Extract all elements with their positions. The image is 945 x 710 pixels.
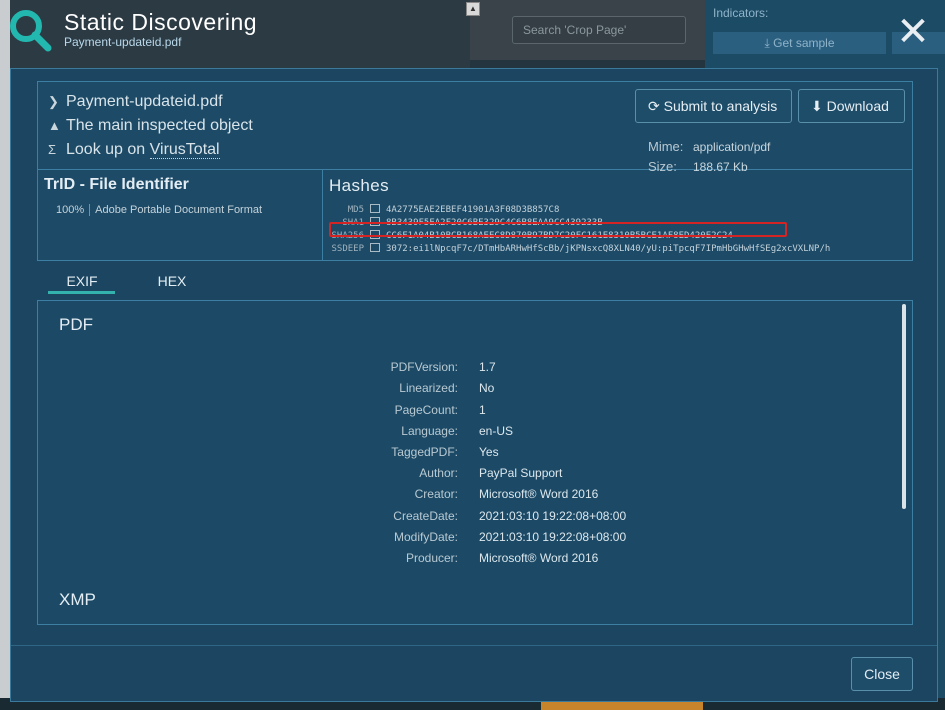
exif-row: PDFVersion: 1.7 [38,360,898,376]
hash-value: 3072:ei1lNpcqF7c/DTmHbARHwHfScBb/jKPNsxc… [386,244,831,254]
exif-scrollbar[interactable] [902,304,906,509]
copy-icon[interactable] [370,243,380,252]
tab-hex[interactable]: HEX [157,273,187,289]
exif-row: Language: en-US [38,424,898,440]
trid-entry: 100% Adobe Portable Document Format [56,204,262,216]
exif-value: Microsoft® Word 2016 [479,551,599,565]
file-summary: ❯ Payment-updateid.pdf ▲ The main inspecte… [38,82,912,174]
modal-subtitle: Payment-updateid.pdf [64,35,182,49]
download-label: Download [826,98,889,114]
exif-row: Author: PayPal Support [38,466,898,482]
trid-panel: TrID - File Identifier 100% Adobe Portabl… [38,170,323,260]
exif-row: TaggedPDF: Yes [38,445,898,461]
exif-value: 2021:03:10 19:22:08+08:00 [479,530,627,544]
download-button[interactable]: ⬇ Download [798,89,905,123]
trid-title: TrID - File Identifier [44,176,189,193]
inspected-note: The main inspected object [66,117,253,134]
hash-key: SSDEEP [331,244,364,254]
exif-row: Producer: Microsoft® Word 2016 [38,551,898,567]
background-edge [0,0,10,710]
exif-key: Author: [419,466,458,480]
search-logo-icon [10,10,52,52]
exif-row: Linearized: No [38,381,898,397]
exif-key: PageCount: [394,403,458,417]
exif-key: CreateDate: [393,509,458,523]
exif-key: Creator: [414,487,458,501]
file-info-panel: ❯ Payment-updateid.pdf ▲ The main inspecte… [37,81,913,261]
trid-percent: 100% [56,204,91,216]
exif-key: ModifyDate: [393,530,458,544]
file-name: Payment-updateid.pdf [66,93,223,110]
submit-to-analysis-button[interactable]: ⟳ Submit to analysis [635,89,792,123]
exif-value: Microsoft® Word 2016 [479,487,599,501]
static-discovering-modal: ❯ Payment-updateid.pdf ▲ The main inspecte… [10,68,938,702]
refresh-icon: ⟳ [648,98,660,114]
exif-row: CreateDate: 2021:03:10 19:22:08+08:00 [38,509,898,525]
file-name-row: ❯ Payment-updateid.pdf [48,93,223,111]
exif-key: Producer: [405,551,458,565]
exif-value: No [479,381,495,395]
hash-value: 4A2775EAE2EBEF41901A3F08D3B857C8 [386,205,560,215]
download-icon: ⬇ [811,98,823,114]
virustotal-link[interactable]: VirusTotal [149,141,220,159]
submit-label: Submit to analysis [663,98,778,114]
exif-key: PDFVersion: [390,360,458,374]
exif-value: 2021:03:10 19:22:08+08:00 [479,509,627,523]
modal-header: Static Discovering Payment-updateid.pdf … [0,0,945,62]
lookup-row: Σ Look up on VirusTotal [48,141,220,159]
mime-row: Mime: application/pdf [648,139,770,154]
active-tab-indicator [48,291,115,294]
mime-value: application/pdf [693,140,771,154]
section-title-pdf: PDF [59,315,93,334]
sha256-highlight [329,222,787,237]
exif-row: PageCount: 1 [38,403,898,419]
modal-title: Static Discovering [64,9,258,35]
exif-value: 1 [479,403,486,417]
chevron-right-icon: ❯ [48,94,59,109]
copy-icon[interactable] [370,204,380,213]
exif-value: 1.7 [479,360,496,374]
exif-key: Linearized: [399,381,458,395]
hash-row-ssdeep: SSDEEP 3072:ei1lNpcqF7c/DTmHbARHwHfScBb/j… [324,242,830,256]
warning-icon: ▲ [48,118,61,133]
exif-value: en-US [479,424,514,438]
close-button[interactable]: Close [851,657,913,691]
hash-key: MD5 [347,205,364,215]
exif-row: Creator: Microsoft® Word 2016 [38,487,898,503]
close-icon[interactable]: ✕ [893,12,933,52]
exif-value: Yes [479,445,499,459]
hashes-panel: Hashes MD5 4A2775EAE2EBEF41901A3F08D3B857… [324,170,912,260]
inspected-note-row: ▲ The main inspected object [48,117,253,135]
section-title-xmp: XMP [59,590,96,609]
hashes-title: Hashes [329,176,390,195]
exif-row: ModifyDate: 2021:03:10 19:22:08+08:00 [38,530,898,546]
footer-divider [11,645,937,646]
hash-row-md5: MD5 4A2775EAE2EBEF41901A3F08D3B857C8 [324,203,559,217]
sigma-icon: Σ [48,142,57,157]
trid-format: Adobe Portable Document Format [95,204,263,216]
exif-value: PayPal Support [479,466,563,480]
lookup-prefix: Look up on [66,141,146,158]
mime-key: Mime: [648,139,684,154]
exif-panel: PDF PDFVersion: 1.7 Linearized: No PageCou… [37,300,913,625]
exif-key: TaggedPDF: [391,445,458,459]
tab-exif[interactable]: EXIF [49,273,115,289]
exif-key: Language: [401,424,458,438]
